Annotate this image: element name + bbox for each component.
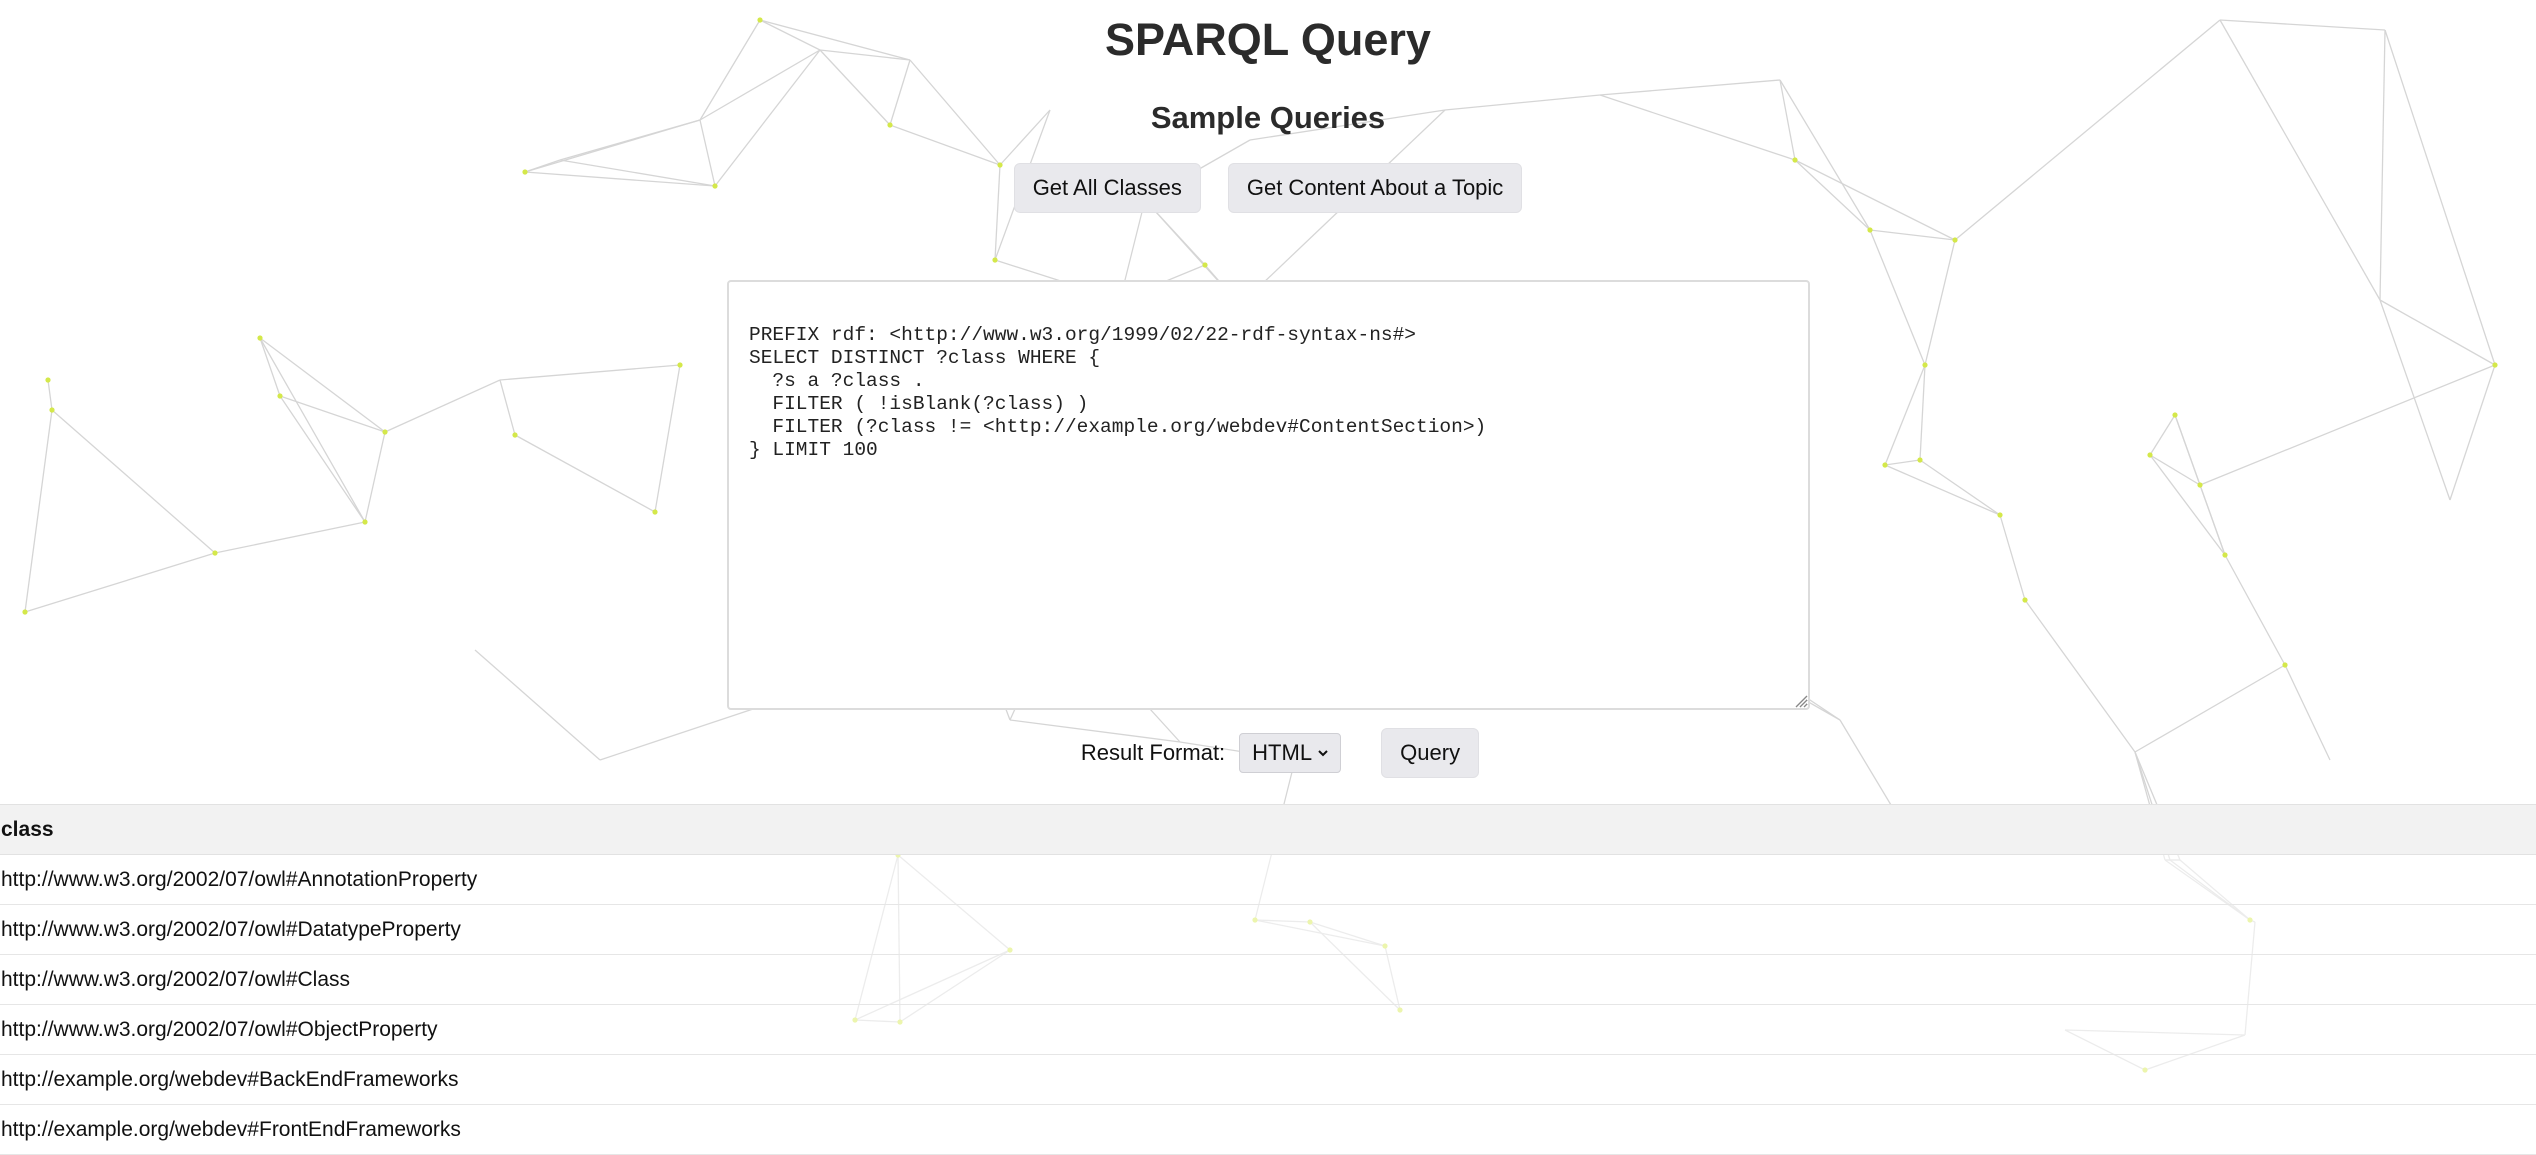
query-controls: Result Format: HTML Query: [0, 728, 2536, 778]
table-row: http://www.w3.org/2002/07/owl#Annotation…: [0, 854, 2536, 905]
column-header-class: class: [0, 804, 2536, 855]
table-cell: http://www.w3.org/2002/07/owl#ObjectProp…: [0, 1004, 2536, 1055]
table-cell: http://www.w3.org/2002/07/owl#Annotation…: [0, 854, 2536, 905]
get-content-about-topic-button[interactable]: Get Content About a Topic: [1227, 163, 1523, 213]
resize-handle-icon[interactable]: [1794, 694, 1808, 708]
get-all-classes-button[interactable]: Get All Classes: [1013, 163, 1201, 213]
chevron-down-icon: [1318, 750, 1328, 757]
table-row: http://www.w3.org/2002/07/owl#Class: [0, 954, 2536, 1005]
results-header-row: class: [0, 804, 2536, 855]
table-cell: http://www.w3.org/2002/07/owl#DatatypePr…: [0, 904, 2536, 955]
sample-queries-bar: Get All Classes Get Content About a Topi…: [0, 163, 2536, 213]
table-row: http://example.org/webdev#FrontEndFramew…: [0, 1104, 2536, 1155]
result-format-select[interactable]: HTML: [1239, 733, 1342, 773]
table-cell: http://example.org/webdev#BackEndFramewo…: [0, 1054, 2536, 1105]
table-row: http://www.w3.org/2002/07/owl#DatatypePr…: [0, 904, 2536, 955]
result-format-label: Result Format:: [1080, 740, 1226, 765]
table-row: http://example.org/webdev#BackEndFramewo…: [0, 1054, 2536, 1105]
table-cell: http://www.w3.org/2002/07/owl#Class: [0, 954, 2536, 1005]
query-textarea[interactable]: PREFIX rdf: <http://www.w3.org/1999/02/2…: [727, 280, 1810, 710]
table-row: http://www.w3.org/2002/07/owl#ObjectProp…: [0, 1004, 2536, 1055]
sample-queries-heading: Sample Queries: [1150, 100, 1386, 135]
table-cell: http://example.org/webdev#FrontEndFramew…: [0, 1104, 2536, 1155]
page-title: SPARQL Query: [1105, 14, 1431, 65]
page: SPARQL Query Sample Queries Get All Clas…: [0, 0, 2536, 1155]
query-button[interactable]: Query: [1381, 728, 1480, 778]
results-table: class http://www.w3.org/2002/07/owl#Anno…: [0, 804, 2536, 1155]
result-format-value: HTML: [1252, 740, 1313, 765]
